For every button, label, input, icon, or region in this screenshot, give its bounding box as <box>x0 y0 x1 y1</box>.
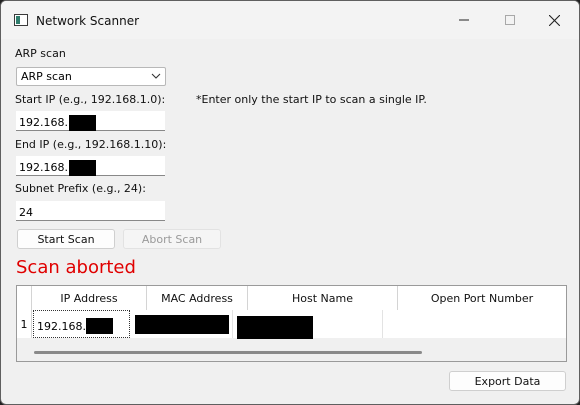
subnet-prefix-value: 24 <box>19 206 33 219</box>
end-ip-value: 192.168. <box>19 161 68 174</box>
single-ip-hint: *Enter only the start IP to scan a singl… <box>196 93 427 106</box>
start-ip-value: 192.168. <box>19 116 68 129</box>
column-header-ports[interactable]: Open Port Number <box>398 286 566 310</box>
horizontal-scrollbar[interactable] <box>17 345 566 360</box>
chevron-down-icon <box>151 73 161 79</box>
end-ip-label: End IP (e.g., 192.168.1.10): <box>15 138 167 151</box>
row-index: 1 <box>17 310 32 338</box>
table-row[interactable]: 1 192.168. <box>17 310 566 339</box>
maximize-icon <box>505 15 515 25</box>
export-data-button[interactable]: Export Data <box>449 371 566 391</box>
redacted-block <box>237 316 313 339</box>
close-button[interactable] <box>531 1 577 39</box>
start-ip-input[interactable]: 192.168. <box>16 111 165 131</box>
minimize-icon <box>459 19 469 21</box>
table-header: IP Address MAC Address Host Name Open Po… <box>17 286 566 310</box>
subnet-prefix-label: Subnet Prefix (e.g., 24): <box>15 182 146 195</box>
app-icon <box>14 14 28 26</box>
redacted-block <box>68 159 96 176</box>
column-header-ip[interactable]: IP Address <box>32 286 147 310</box>
close-icon <box>548 14 560 26</box>
abort-scan-button[interactable]: Abort Scan <box>123 229 221 249</box>
redacted-block <box>68 114 96 131</box>
window-title: Network Scanner <box>36 14 140 28</box>
scan-type-select[interactable]: ARP scan <box>16 67 166 86</box>
scan-status: Scan aborted <box>16 257 136 278</box>
start-ip-label: Start IP (e.g., 192.168.1.0): <box>15 93 166 106</box>
column-header-mac[interactable]: MAC Address <box>147 286 248 310</box>
column-header-host[interactable]: Host Name <box>248 286 398 310</box>
scan-type-label: ARP scan <box>15 47 66 60</box>
end-ip-input[interactable]: 192.168. <box>16 156 165 176</box>
scan-type-selected-value: ARP scan <box>21 70 72 83</box>
redacted-block <box>85 318 113 334</box>
scrollbar-thumb[interactable] <box>34 351 422 354</box>
cell-host[interactable] <box>233 310 383 339</box>
cell-ip[interactable]: 192.168. <box>33 310 130 338</box>
cell-mac[interactable] <box>132 310 233 338</box>
cell-ip-value: 192.168. <box>37 319 86 333</box>
minimize-button[interactable] <box>441 1 487 39</box>
redacted-block <box>135 315 229 334</box>
cell-ip-text: 192.168. <box>37 318 113 334</box>
network-scanner-window: Network Scanner ARP scan ARP scan Start … <box>0 0 580 405</box>
start-scan-button[interactable]: Start Scan <box>17 229 115 249</box>
title-bar: Network Scanner <box>1 1 579 39</box>
row-index-header <box>17 286 32 310</box>
subnet-prefix-input[interactable]: 24 <box>16 201 165 221</box>
results-table[interactable]: IP Address MAC Address Host Name Open Po… <box>16 285 567 362</box>
cell-ports[interactable] <box>383 310 566 338</box>
maximize-button[interactable] <box>487 1 533 39</box>
